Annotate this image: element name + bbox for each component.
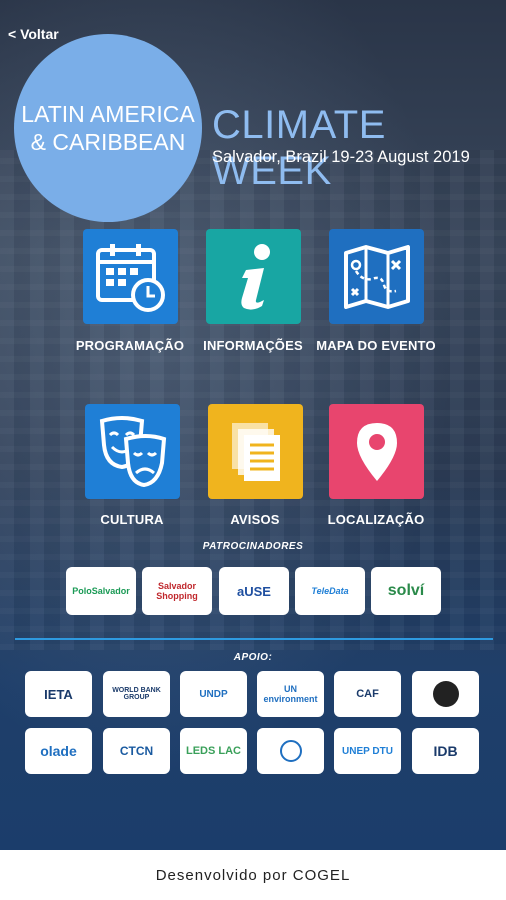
map-icon	[343, 244, 410, 309]
tile-label-programacao: PROGRAMAÇÃO	[75, 338, 185, 353]
tile-programacao[interactable]	[83, 229, 178, 324]
sponsor-logo-solvi[interactable]: solví	[371, 567, 441, 615]
support-logo-label: IDB	[433, 743, 458, 759]
sponsor-logo-salvador-shopping[interactable]: Salvador Shopping	[142, 567, 212, 615]
support-logo-label: UN environment	[263, 684, 318, 704]
tile-label-localizacao: LOCALIZAÇÃO	[327, 512, 425, 527]
support-title: APOIO:	[233, 652, 273, 663]
support-logo-undp[interactable]: UNDP	[180, 671, 247, 717]
support-logo-label: WORLD BANK GROUP	[112, 687, 161, 701]
tile-label-mapa-do-evento: MAPA DO EVENTO	[316, 338, 436, 353]
event-subtitle: Salvador, Brazil 19-23 August 2019	[212, 148, 470, 166]
support-logo-un-environment[interactable]: UN environment	[257, 671, 324, 717]
sponsor-logo-label: aUSE	[237, 583, 271, 599]
section-divider	[15, 638, 493, 640]
tile-cultura[interactable]	[85, 404, 180, 499]
footer-text: Desenvolvido por COGEL	[155, 866, 351, 884]
support-logo-ctcn[interactable]: CTCN	[103, 728, 170, 774]
support-logo-10[interactable]	[257, 728, 324, 774]
support-logo-caf[interactable]: CAF	[334, 671, 401, 717]
badge-line-2: & CARIBBEAN	[30, 129, 186, 155]
documents-icon	[231, 422, 280, 481]
info-icon	[240, 243, 270, 310]
back-button[interactable]: < Voltar	[8, 26, 59, 42]
un-emblem-icon	[279, 740, 302, 762]
circle-logo-icon	[432, 681, 459, 707]
support-logo-label: LEDS LAC	[186, 745, 241, 757]
support-logo-label: olade	[40, 743, 77, 759]
support-logo-leds-lac[interactable]: LEDS LAC	[180, 728, 247, 774]
tile-label-informacoes: INFORMAÇÕES	[203, 338, 303, 353]
support-logo-label: IETA	[44, 686, 73, 702]
tile-mapa-do-evento[interactable]	[329, 229, 424, 324]
support-logo-label: UNEP DTU	[342, 745, 393, 757]
support-logo-unep-dtu[interactable]: UNEP DTU	[334, 728, 401, 774]
tile-avisos[interactable]	[208, 404, 303, 499]
tile-informacoes[interactable]	[206, 229, 301, 324]
support-logo-world-bank[interactable]: WORLD BANK GROUP	[103, 671, 170, 717]
badge-line-1: LATIN AMERICA	[21, 101, 195, 127]
sponsor-logo-label: Salvador Shopping	[156, 581, 198, 601]
tile-label-cultura: CULTURA	[100, 512, 164, 527]
event-badge: LATIN AMERICA & CARIBBEAN	[14, 34, 202, 222]
support-logo-label: UNDP	[199, 688, 228, 700]
sponsors-title: PATROCINADORES	[202, 541, 304, 552]
support-logo-label: CAF	[356, 688, 379, 700]
sponsor-logo-teledata[interactable]: TeleData	[295, 567, 365, 615]
support-logo-label: CTCN	[119, 744, 154, 758]
footer-credit: Desenvolvido por COGEL	[0, 850, 506, 900]
sponsor-logo-polosalvador[interactable]: PoloSalvador	[66, 567, 136, 615]
support-logo-olade[interactable]: olade	[25, 728, 92, 774]
theater-masks-icon	[99, 415, 166, 487]
location-pin-icon	[356, 422, 397, 481]
sponsor-logo-label: PoloSalvador	[72, 586, 130, 596]
support-logo-ieta[interactable]: IETA	[25, 671, 92, 717]
calendar-clock-icon	[95, 243, 165, 312]
sponsor-logo-label: TeleData	[311, 586, 349, 596]
support-logo-idb[interactable]: IDB	[412, 728, 479, 774]
sponsor-logo-label: solví	[387, 582, 425, 599]
sponsor-logo-ause[interactable]: aUSE	[219, 567, 289, 615]
tile-localizacao[interactable]	[329, 404, 424, 499]
tile-label-avisos: AVISOS	[230, 512, 280, 527]
support-logo-6[interactable]	[412, 671, 479, 717]
